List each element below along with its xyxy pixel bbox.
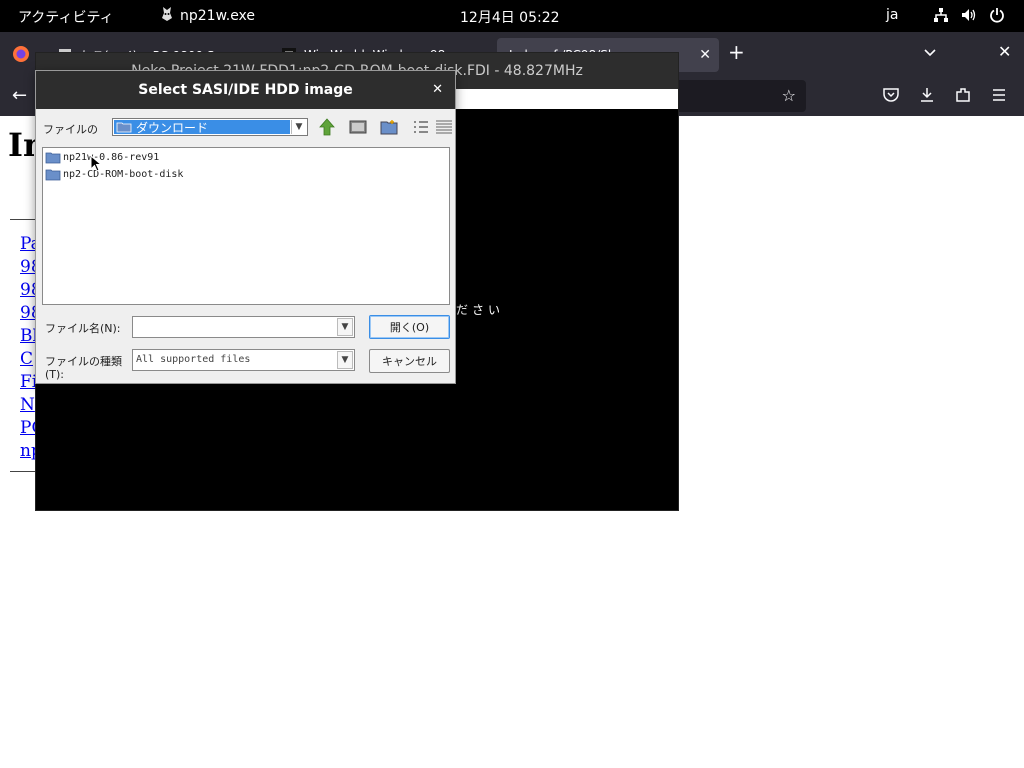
menu-icon[interactable] bbox=[990, 86, 1008, 108]
app-menu[interactable]: np21w.exe bbox=[160, 6, 255, 26]
look-in-combobox[interactable]: ダウンロード ▼ bbox=[112, 118, 308, 136]
filetype-value: All supported files bbox=[136, 354, 251, 365]
filetype-label: ファイルの種類 bbox=[45, 355, 122, 368]
pocket-icon[interactable] bbox=[882, 86, 900, 108]
network-icon bbox=[932, 6, 950, 24]
emulator-screen-text: ださい bbox=[456, 303, 505, 317]
desktop-icon bbox=[349, 120, 367, 134]
filename-combobox[interactable]: ▼ bbox=[132, 316, 355, 338]
close-tab-icon[interactable]: ✕ bbox=[699, 47, 711, 63]
up-folder-button[interactable] bbox=[316, 116, 338, 138]
open-button[interactable]: 開く(O) bbox=[369, 315, 450, 339]
wine-app-icon bbox=[160, 6, 174, 26]
folder-icon bbox=[45, 169, 61, 181]
select-hdd-image-dialog[interactable]: Select SASI/IDE HDD image ✕ ファイルの ダウンロード… bbox=[35, 70, 456, 384]
folder-icon bbox=[45, 152, 61, 164]
desktop-button[interactable] bbox=[347, 116, 369, 138]
list-item[interactable]: np21w-0.86-rev91 bbox=[45, 151, 159, 164]
new-folder-icon bbox=[380, 120, 398, 135]
chevron-down-icon[interactable]: ▼ bbox=[337, 318, 353, 336]
power-icon bbox=[988, 6, 1006, 24]
new-tab-button[interactable]: + bbox=[728, 40, 745, 64]
look-in-value: ダウンロード bbox=[136, 120, 209, 135]
filetype-combobox[interactable]: All supported files ▼ bbox=[132, 349, 355, 371]
downloads-icon[interactable] bbox=[918, 86, 936, 108]
activities-button[interactable]: アクティビティ bbox=[18, 7, 114, 27]
input-method-indicator[interactable]: ja bbox=[886, 7, 898, 23]
close-icon[interactable]: ✕ bbox=[432, 82, 443, 97]
clock[interactable]: 12月4日 05:22 bbox=[460, 7, 560, 27]
cancel-button[interactable]: キャンセル bbox=[369, 349, 450, 373]
file-name: np2-CD-ROM-boot-disk bbox=[63, 169, 184, 180]
firefox-icon[interactable] bbox=[12, 45, 30, 67]
filetype-label-suffix: (T): bbox=[45, 368, 65, 381]
file-list[interactable]: np21w-0.86-rev91 np2-CD-ROM-boot-disk bbox=[42, 147, 450, 305]
top-bar: アクティビティ np21w.exe 12月4日 05:22 ja bbox=[0, 0, 1024, 32]
page-link[interactable]: C bbox=[20, 349, 33, 369]
mouse-cursor-icon bbox=[90, 154, 103, 176]
system-tray[interactable] bbox=[932, 6, 1006, 24]
new-folder-button[interactable] bbox=[378, 116, 400, 138]
details-view-icon bbox=[436, 120, 452, 134]
bookmark-star-icon[interactable]: ☆ bbox=[782, 86, 796, 105]
dialog-title[interactable]: Select SASI/IDE HDD image bbox=[36, 71, 455, 109]
chevron-down-icon[interactable]: ▼ bbox=[291, 120, 306, 134]
look-in-selected: ダウンロード bbox=[114, 120, 290, 135]
folder-icon bbox=[116, 122, 132, 133]
list-view-button[interactable] bbox=[410, 116, 432, 138]
app-name: np21w.exe bbox=[180, 8, 256, 24]
filename-label: ファイル名(N): bbox=[45, 322, 121, 335]
back-button[interactable]: ← bbox=[12, 85, 27, 106]
file-name: np21w-0.86-rev91 bbox=[63, 152, 160, 163]
extensions-icon[interactable] bbox=[954, 86, 972, 108]
details-view-button[interactable] bbox=[433, 116, 455, 138]
list-item[interactable]: np2-CD-ROM-boot-disk bbox=[45, 168, 183, 181]
up-arrow-icon bbox=[319, 118, 335, 136]
volume-icon bbox=[960, 6, 978, 24]
chevron-down-icon[interactable]: ▼ bbox=[337, 351, 353, 369]
list-view-icon bbox=[414, 121, 428, 133]
page-link[interactable]: N bbox=[20, 395, 35, 415]
close-window-button[interactable]: ✕ bbox=[998, 42, 1011, 61]
list-all-tabs-button[interactable] bbox=[922, 44, 938, 64]
look-in-label: ファイルの bbox=[43, 123, 98, 136]
